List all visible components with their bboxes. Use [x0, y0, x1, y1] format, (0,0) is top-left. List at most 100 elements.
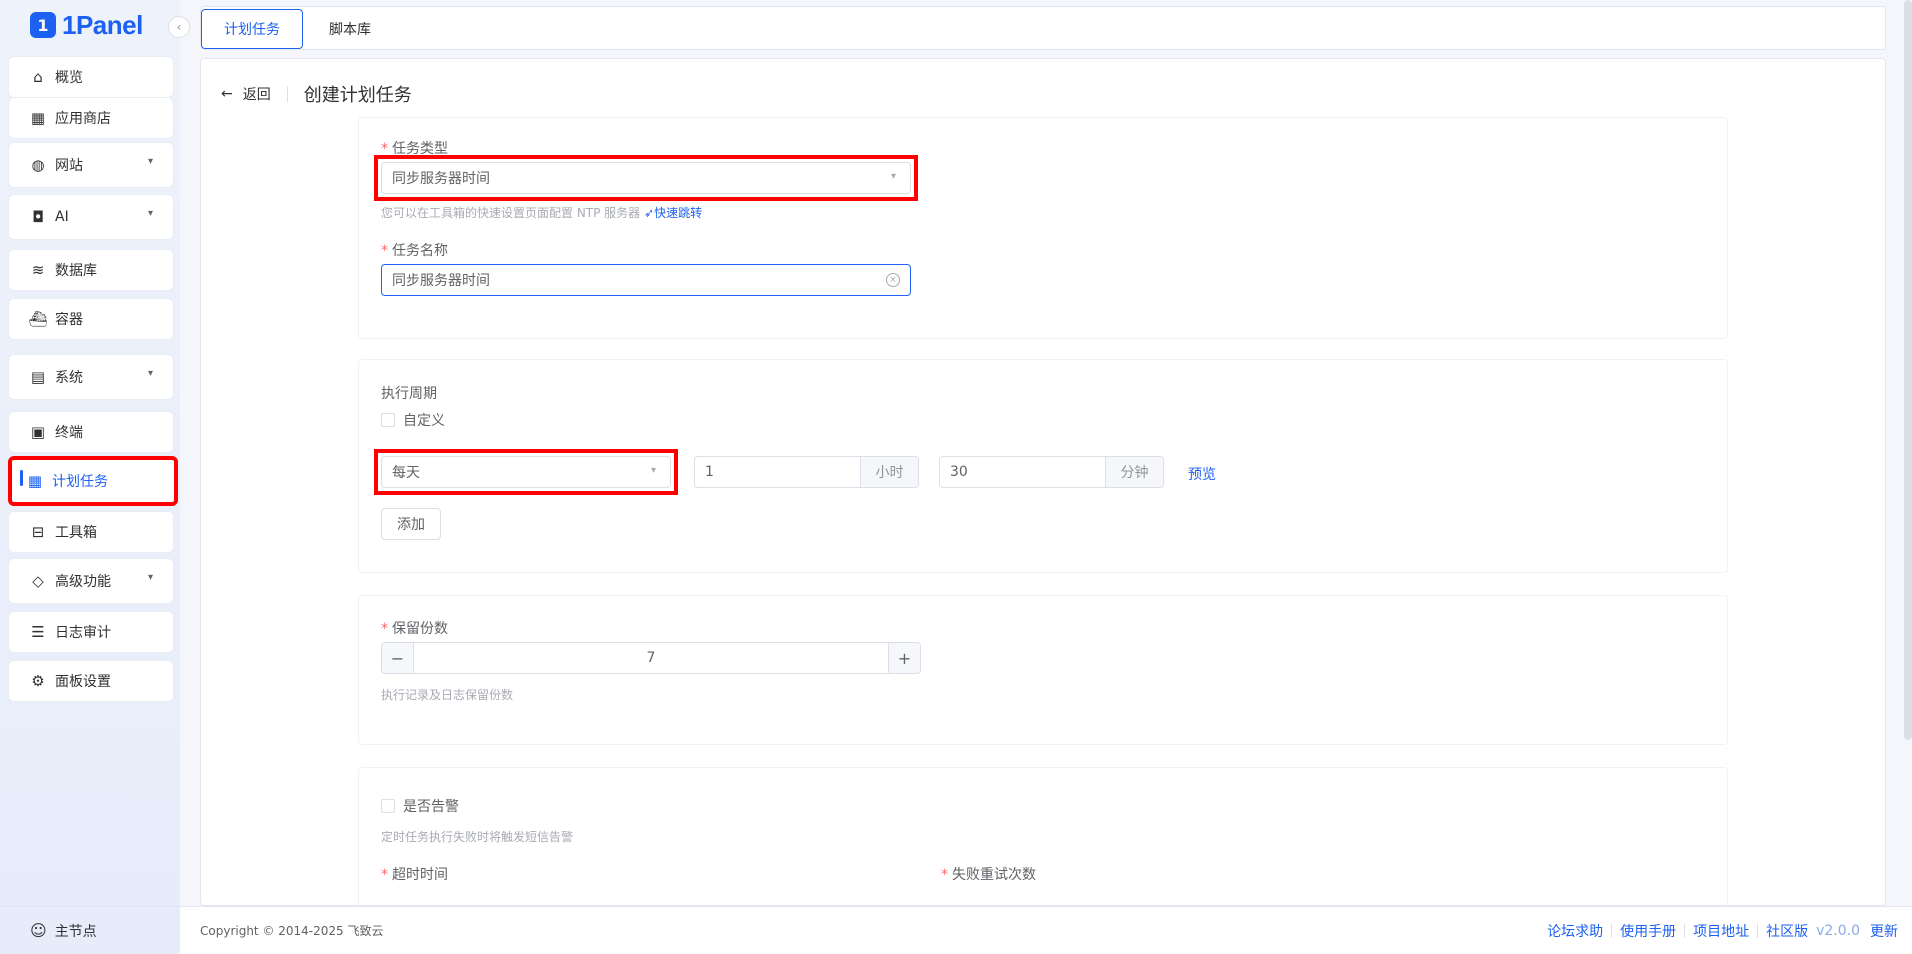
hour-value: 1: [705, 464, 714, 480]
sidebar-item-app-store[interactable]: ▦ 应用商店: [8, 97, 174, 139]
sidebar-item-advanced[interactable]: ◇ 高级功能 ▾: [8, 558, 174, 604]
sidebar-item-website[interactable]: ◍ 网站 ▾: [8, 142, 174, 188]
hour-input[interactable]: 1 小时: [694, 456, 919, 488]
retain-stepper[interactable]: − 7 +: [381, 642, 921, 674]
tab-script-library[interactable]: 脚本库: [307, 9, 393, 49]
required-mark: *: [381, 141, 388, 157]
manual-link[interactable]: 使用手册: [1620, 921, 1676, 941]
required-mark: *: [381, 243, 388, 259]
sidebar-item-label: 概览: [55, 70, 83, 86]
add-label: 添加: [397, 517, 425, 533]
chevron-down-icon: ▾: [147, 208, 153, 219]
grid-icon: ▦: [30, 109, 46, 127]
sidebar-item-overview[interactable]: ⌂ 概览: [8, 56, 174, 98]
period-value: 每天: [392, 465, 420, 481]
alert-hint: 定时任务执行失败时将触发短信告警: [381, 830, 574, 844]
top-tabs: 计划任务 脚本库: [200, 6, 1886, 50]
active-indicator: [20, 470, 23, 486]
chevron-down-icon: ▾: [147, 572, 153, 583]
tab-cron-tasks[interactable]: 计划任务: [201, 9, 303, 49]
retry-label-text: 失败重试次数: [952, 867, 1036, 883]
sidebar-item-label: 应用商店: [55, 111, 111, 127]
terminal-icon: ▣: [30, 423, 46, 441]
version-label: v2.0.0: [1816, 922, 1860, 939]
toolbox-icon: ⊟: [31, 523, 45, 541]
minute-input[interactable]: 30 分钟: [939, 456, 1164, 488]
retain-label-text: 保留份数: [392, 621, 448, 637]
layers-icon: ≋: [31, 261, 45, 279]
add-cycle-button[interactable]: 添加: [381, 508, 441, 540]
alert-checkbox[interactable]: 是否告警: [381, 796, 459, 816]
sidebar-item-audit-logs[interactable]: ☰ 日志审计: [8, 611, 174, 653]
sidebar: 1 1Panel ‹ ⌂ 概览 ▦ 应用商店 ◍ 网站 ▾ ◘ AI ▾ ≋ 数…: [0, 0, 190, 954]
sidebar-item-label: AI: [55, 209, 69, 225]
task-type-select[interactable]: 同步服务器时间 ▾: [381, 162, 911, 194]
collapse-sidebar-button[interactable]: ‹: [168, 16, 190, 38]
sidebar-item-container[interactable]: ⛴ 容器: [8, 298, 174, 340]
increment-button[interactable]: +: [888, 643, 920, 673]
retain-label: * 保留份数: [381, 618, 448, 638]
user-icon: ☺: [30, 921, 47, 940]
tab-label: 脚本库: [329, 22, 371, 38]
page-scrollbar[interactable]: [1904, 0, 1912, 740]
sidebar-item-label: 容器: [55, 312, 83, 328]
app-logo[interactable]: 1 1Panel: [30, 10, 143, 40]
chevron-down-icon: ▾: [890, 171, 896, 182]
period-select[interactable]: 每天 ▾: [381, 456, 671, 488]
sidebar-item-system[interactable]: ▤ 系统 ▾: [8, 354, 174, 400]
sidebar-item-label: 网站: [55, 158, 83, 174]
project-link[interactable]: 项目地址: [1693, 921, 1749, 941]
footer: Copyright © 2014-2025 飞致云 论坛求助 使用手册 项目地址…: [180, 906, 1912, 954]
divider: [1757, 923, 1759, 938]
divider: [1684, 923, 1686, 938]
decrement-button[interactable]: −: [382, 643, 414, 673]
task-name-label: * 任务名称: [381, 240, 448, 260]
task-name-label-text: 任务名称: [392, 243, 448, 259]
sidebar-item-terminal[interactable]: ▣ 终端: [8, 411, 174, 453]
task-type-label: * 任务类型: [381, 138, 448, 158]
chevron-down-icon: ▾: [147, 368, 153, 379]
minute-unit: 分钟: [1105, 457, 1163, 487]
preview-button[interactable]: 预览: [1188, 464, 1216, 484]
send-icon: ➶: [644, 206, 655, 220]
retry-label: * 失败重试次数: [941, 864, 1036, 884]
sidebar-item-label: 系统: [55, 370, 83, 386]
sidebar-item-label: 数据库: [55, 263, 97, 279]
chevron-down-icon: ▾: [650, 465, 656, 476]
chevron-down-icon: ▾: [147, 156, 153, 167]
docker-icon: ⛴: [28, 310, 48, 328]
edition-link[interactable]: 社区版: [1766, 921, 1808, 941]
diamond-icon: ◇: [32, 572, 44, 590]
required-mark: *: [941, 867, 948, 883]
sidebar-item-cron-tasks[interactable]: ▦ 计划任务: [8, 456, 178, 506]
forum-link[interactable]: 论坛求助: [1547, 921, 1603, 941]
logo-text: 1Panel: [62, 9, 143, 40]
main-card: ← 返回 创建计划任务 * 任务类型 同步服务器时间 ▾ 您可以在工具箱的快速设置…: [200, 58, 1886, 906]
back-label: 返回: [242, 87, 271, 103]
server-icon: ▤: [30, 368, 46, 386]
sidebar-item-toolbox[interactable]: ⊟ 工具箱: [8, 511, 174, 553]
basic-info-section: * 任务类型 同步服务器时间 ▾ 您可以在工具箱的快速设置页面配置 NTP 服务器…: [358, 117, 1728, 339]
divider: [1611, 923, 1613, 938]
footer-links: 论坛求助 使用手册 项目地址 社区版 v2.0.0 更新: [1547, 921, 1898, 941]
node-switcher[interactable]: ☺ 主节点: [0, 906, 180, 954]
update-link[interactable]: 更新: [1870, 921, 1898, 941]
alert-label: 是否告警: [403, 799, 459, 815]
sidebar-item-database[interactable]: ≋ 数据库: [8, 249, 174, 291]
required-mark: *: [381, 867, 388, 883]
custom-checkbox[interactable]: 自定义: [381, 410, 445, 430]
copyright: Copyright © 2014-2025 飞致云: [200, 924, 384, 938]
quick-jump-link[interactable]: ➶快速跳转: [644, 206, 702, 220]
task-type-value: 同步服务器时间: [392, 171, 490, 187]
task-type-hint-text: 您可以在工具箱的快速设置页面配置 NTP 服务器: [381, 206, 641, 220]
calendar-icon: ▦: [27, 472, 43, 490]
back-button[interactable]: ← 返回: [221, 84, 271, 104]
sidebar-item-ai[interactable]: ◘ AI ▾: [8, 194, 174, 240]
hour-unit: 小时: [860, 457, 918, 487]
arrow-left-icon: ←: [221, 86, 233, 102]
clear-icon[interactable]: ×: [886, 273, 900, 287]
sidebar-item-label: 高级功能: [55, 574, 111, 590]
sidebar-item-panel-settings[interactable]: ⚙ 面板设置: [8, 660, 174, 702]
task-name-value: 同步服务器时间: [392, 273, 490, 289]
task-name-input[interactable]: 同步服务器时间 ×: [381, 264, 911, 296]
